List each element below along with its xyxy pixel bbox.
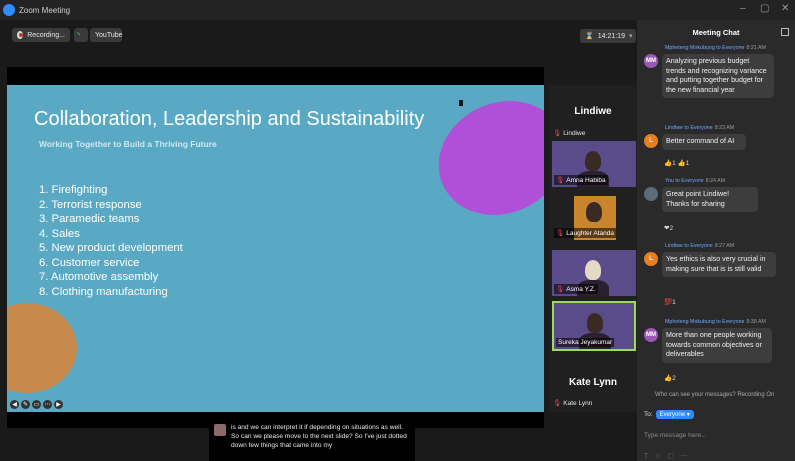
chat-visibility-notice[interactable]: Who can see your messages? Recording On bbox=[655, 392, 774, 398]
message-meta: You to Everyone 8:24 AM bbox=[665, 178, 726, 184]
previous-slide-icon[interactable]: ◀ bbox=[10, 400, 19, 409]
caption-text: is and we can interpret it if depending … bbox=[231, 424, 407, 449]
youtube-button[interactable]: YouTube bbox=[90, 28, 123, 42]
maximize-icon[interactable]: ▢ bbox=[760, 3, 769, 14]
message-bubble[interactable]: Great point Lindiwe! Thanks for sharing bbox=[662, 187, 758, 212]
shared-screen-top-bar bbox=[7, 67, 544, 85]
speaker-avatar bbox=[214, 424, 226, 436]
pen-icon[interactable]: ✎ bbox=[21, 400, 30, 409]
orange-blob-decoration bbox=[7, 303, 77, 393]
next-slide-icon[interactable]: ▶ bbox=[54, 400, 63, 409]
youtube-label: YouTube bbox=[95, 31, 123, 39]
livestream-icon[interactable]: ◝ bbox=[74, 28, 88, 42]
message-input[interactable] bbox=[644, 428, 784, 442]
person-silhouette bbox=[585, 260, 601, 280]
reaction-counts[interactable]: 👍1 👍1 bbox=[664, 159, 689, 167]
avatar: L bbox=[644, 134, 658, 148]
more-icon[interactable]: ⋯ bbox=[680, 453, 693, 460]
avatar: L bbox=[644, 252, 658, 266]
slide-list-item: 8. Clothing manufacturing bbox=[39, 285, 168, 298]
slide-list-item: 5. New product development bbox=[39, 242, 183, 254]
chat-panel: Meeting Chat Mpheteng Mokubung to Everyo… bbox=[637, 20, 795, 461]
tile-name: 🎙 Asma Y.Z. bbox=[554, 284, 598, 294]
video-tile[interactable]: 🎙 Asma Y.Z. bbox=[552, 250, 636, 296]
meeting-toolbar: Recording... ◝ YouTube ⌛ 14:21:19 ▾ bbox=[0, 20, 637, 50]
reaction-counts[interactable]: 💯1 bbox=[664, 298, 676, 306]
timer-value: 14:21:19 bbox=[597, 32, 625, 40]
message-bubble[interactable]: Analyzing previous budget trends and rec… bbox=[662, 54, 774, 98]
message-meta: Mpheteng Mokubung to Everyone 8:21 AM bbox=[665, 45, 766, 51]
format-text-icon[interactable]: T bbox=[644, 453, 654, 460]
message-bubble[interactable]: Yes ethics is also very crucial in makin… bbox=[662, 252, 776, 277]
slide-list: 1. Firefighting 2. Terrorist response 3.… bbox=[39, 183, 183, 299]
chevron-down-icon: ▾ bbox=[628, 33, 633, 40]
zoom-logo-icon bbox=[3, 4, 15, 16]
recording-indicator[interactable]: Recording... bbox=[12, 28, 70, 42]
reaction-counts[interactable]: ❤2 bbox=[664, 224, 673, 232]
record-icon bbox=[17, 31, 24, 39]
avatar bbox=[644, 187, 658, 201]
slide-title: Collaboration, Leadership and Sustainabi… bbox=[34, 108, 425, 130]
video-tile[interactable]: 🎙 Laughter Atanda bbox=[552, 194, 636, 240]
mic-muted-icon: 🎙 bbox=[553, 130, 562, 137]
purple-blob-decoration bbox=[419, 85, 544, 236]
person-silhouette bbox=[585, 151, 601, 171]
shared-slide: Collaboration, Leadership and Sustainabi… bbox=[7, 85, 544, 412]
participant-label: 🎙 Kate Lynn bbox=[553, 400, 593, 407]
slide-list-item: 2. Terrorist response bbox=[39, 198, 142, 211]
subtitles-icon[interactable]: ▭ bbox=[32, 400, 41, 409]
participant-label: 🎙 Lindiwe bbox=[553, 130, 586, 137]
chat-input-tools: T☺▢⋯ bbox=[644, 452, 693, 460]
zoom-window: Zoom Meeting – ▢ ✕ Recording... ◝ YouTub… bbox=[0, 0, 795, 461]
tile-name: Sureka Jeyakumar bbox=[556, 338, 615, 347]
emoji-icon[interactable]: ☺ bbox=[654, 453, 667, 460]
chat-title: Meeting Chat bbox=[692, 28, 740, 37]
recipient-dropdown[interactable]: Everyone ▾ bbox=[655, 410, 694, 419]
message-bubble[interactable]: Better command of AI bbox=[662, 134, 746, 150]
slide-list-item: 4. Sales bbox=[39, 227, 80, 240]
mic-muted-icon: 🎙 bbox=[553, 400, 562, 407]
recording-label: Recording... bbox=[27, 31, 65, 39]
slide-list-item: 1. Firefighting bbox=[39, 184, 108, 196]
slide-list-item: 3. Paramedic teams bbox=[39, 213, 140, 225]
reaction-counts[interactable]: 👍2 bbox=[664, 374, 676, 382]
live-caption: is and we can interpret it if depending … bbox=[209, 420, 415, 461]
to-label: To: bbox=[644, 411, 653, 418]
title-bar: Zoom Meeting – ▢ ✕ bbox=[0, 0, 795, 20]
message-meta: Mpheteng Mokubung to Everyone 8:38 AM bbox=[665, 319, 766, 325]
meeting-timer[interactable]: ⌛ 14:21:19 ▾ bbox=[580, 29, 636, 43]
video-tile-active-speaker[interactable]: Sureka Jeyakumar bbox=[552, 301, 636, 351]
mouse-cursor-icon bbox=[459, 100, 463, 106]
recipient-row: To: Everyone ▾ bbox=[644, 410, 694, 419]
message-meta: Lindiwe to Everyone 8:27 AM bbox=[665, 243, 735, 249]
slide-list-item: 7. Automotive assembly bbox=[39, 271, 159, 283]
window-title: Zoom Meeting bbox=[19, 5, 71, 15]
video-tile[interactable]: 🎙 Amna Habiba bbox=[552, 141, 636, 187]
message-meta: Lindiwe to Everyone 8:23 AM bbox=[665, 125, 735, 131]
person-silhouette bbox=[586, 202, 602, 222]
participant-name-large: Lindiwe bbox=[574, 106, 612, 117]
person-silhouette bbox=[587, 313, 603, 333]
minimize-icon[interactable]: – bbox=[740, 3, 746, 14]
tile-name: 🎙 Laughter Atanda bbox=[554, 228, 616, 238]
slide-subtitle: Working Together to Build a Thriving Fut… bbox=[39, 139, 217, 149]
file-icon[interactable]: ▢ bbox=[667, 453, 680, 460]
popout-icon[interactable] bbox=[781, 28, 789, 36]
participant-name-large: Kate Lynn bbox=[569, 377, 617, 388]
close-icon[interactable]: ✕ bbox=[781, 3, 789, 14]
hourglass-icon: ⌛ bbox=[585, 33, 594, 40]
tile-name: 🎙 Amna Habiba bbox=[554, 175, 608, 185]
participant-gallery: Lindiwe 🎙 Lindiwe 🎙 Amna Habiba 🎙 Laughter … bbox=[549, 85, 637, 412]
avatar: MM bbox=[644, 328, 658, 342]
avatar: MM bbox=[644, 54, 658, 68]
message-bubble[interactable]: More than one people working towards com… bbox=[662, 328, 772, 363]
slide-list-item: 6. Customer service bbox=[39, 256, 140, 269]
more-options-icon[interactable]: ⋯ bbox=[43, 400, 52, 409]
slide-controls: ◀ ✎ ▭ ⋯ ▶ bbox=[10, 400, 63, 409]
